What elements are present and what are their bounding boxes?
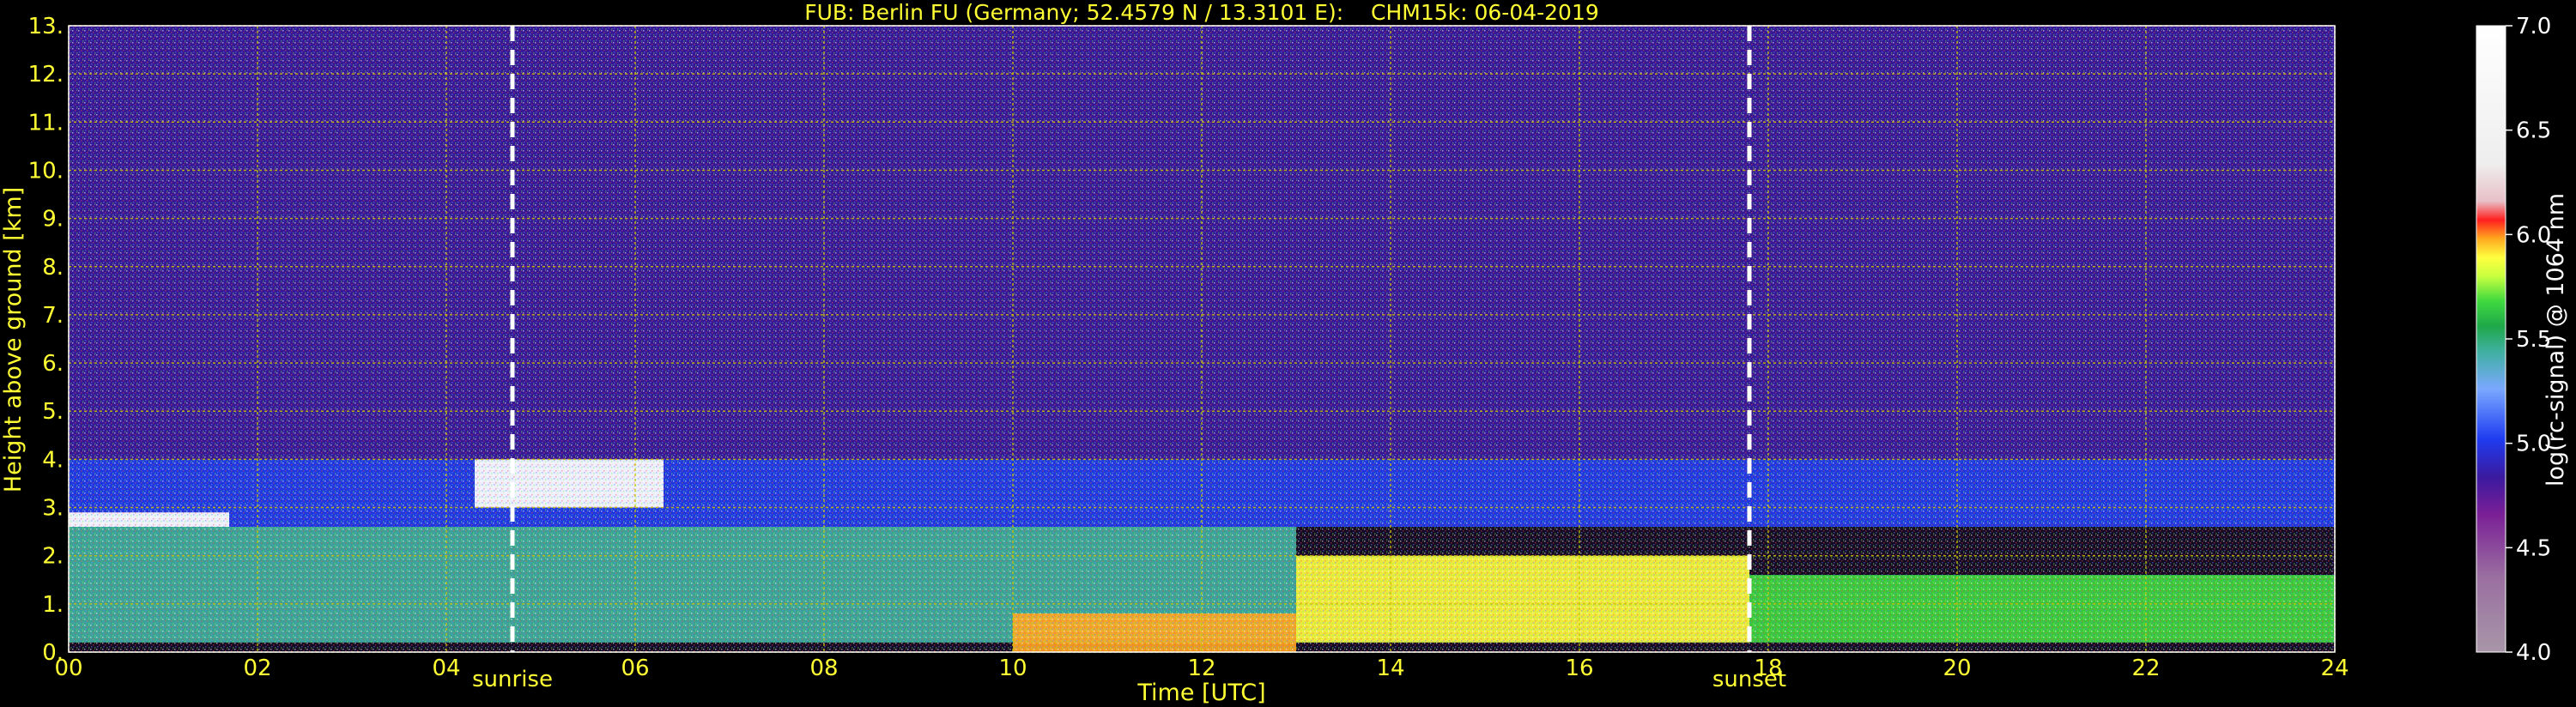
y-tick-label: 1. xyxy=(42,592,64,618)
x-tick-label: 20 xyxy=(1943,656,1971,681)
x-tick-label: 14 xyxy=(1376,656,1404,681)
sunrise-label: sunrise xyxy=(472,667,553,692)
y-tick-label: 2. xyxy=(42,544,64,570)
y-tick-label: 5. xyxy=(42,399,64,425)
x-tick-label: 24 xyxy=(2320,656,2349,681)
colorbar-tick-label: 4.0 xyxy=(2516,640,2551,666)
x-tick-label: 22 xyxy=(2131,656,2160,681)
colorbar-tick-label: 7.0 xyxy=(2516,14,2551,39)
y-tick-label: 13. xyxy=(28,14,64,39)
colorbar-tick-label: 6.5 xyxy=(2516,118,2551,144)
x-tick-label: 18 xyxy=(1754,656,1782,681)
y-tick-label: 12. xyxy=(28,62,64,88)
y-tick-label: 10. xyxy=(28,158,64,184)
x-tick-label: 04 xyxy=(432,656,460,681)
y-tick-label: 3. xyxy=(42,496,64,522)
colorbar: 4.04.55.05.56.06.57.0 xyxy=(2476,14,2551,666)
y-axis-ticks: 0. 1. 2. 3. 4. 5. 6. 7. 8. 9. 10. 11. 12. 13. xyxy=(28,14,64,666)
x-axis-label: Time [UTC] xyxy=(1136,680,1265,706)
x-tick-label: 10 xyxy=(998,656,1027,681)
x-tick-label: 06 xyxy=(621,656,649,681)
x-tick-label: 08 xyxy=(809,656,838,681)
y-axis-label: Height above ground [km] xyxy=(0,187,27,492)
y-tick-label: 8. xyxy=(42,255,64,281)
y-tick-label: 9. xyxy=(42,207,64,233)
y-tick-label: 4. xyxy=(42,447,64,473)
x-axis-ticks: 00 02 04 06 08 10 12 14 16 18 20 22 24 xyxy=(54,656,2349,681)
x-tick-label: 02 xyxy=(243,656,271,681)
y-tick-label: 0. xyxy=(42,640,64,666)
colorbar-gradient xyxy=(2476,25,2506,653)
x-tick-label: 12 xyxy=(1187,656,1215,681)
lidar-chart: sunrise sunset 00 02 04 06 08 10 12 14 16 18 20 22 24… xyxy=(0,14,2569,706)
y-tick-label: 7. xyxy=(42,303,64,329)
colorbar-label: log(rc-signal) @ 1064 nm xyxy=(2543,193,2569,486)
colorbar-tick-label: 4.5 xyxy=(2516,535,2551,561)
y-tick-label: 11. xyxy=(28,110,64,136)
x-tick-label: 16 xyxy=(1565,656,1593,681)
y-tick-label: 6. xyxy=(42,351,64,377)
